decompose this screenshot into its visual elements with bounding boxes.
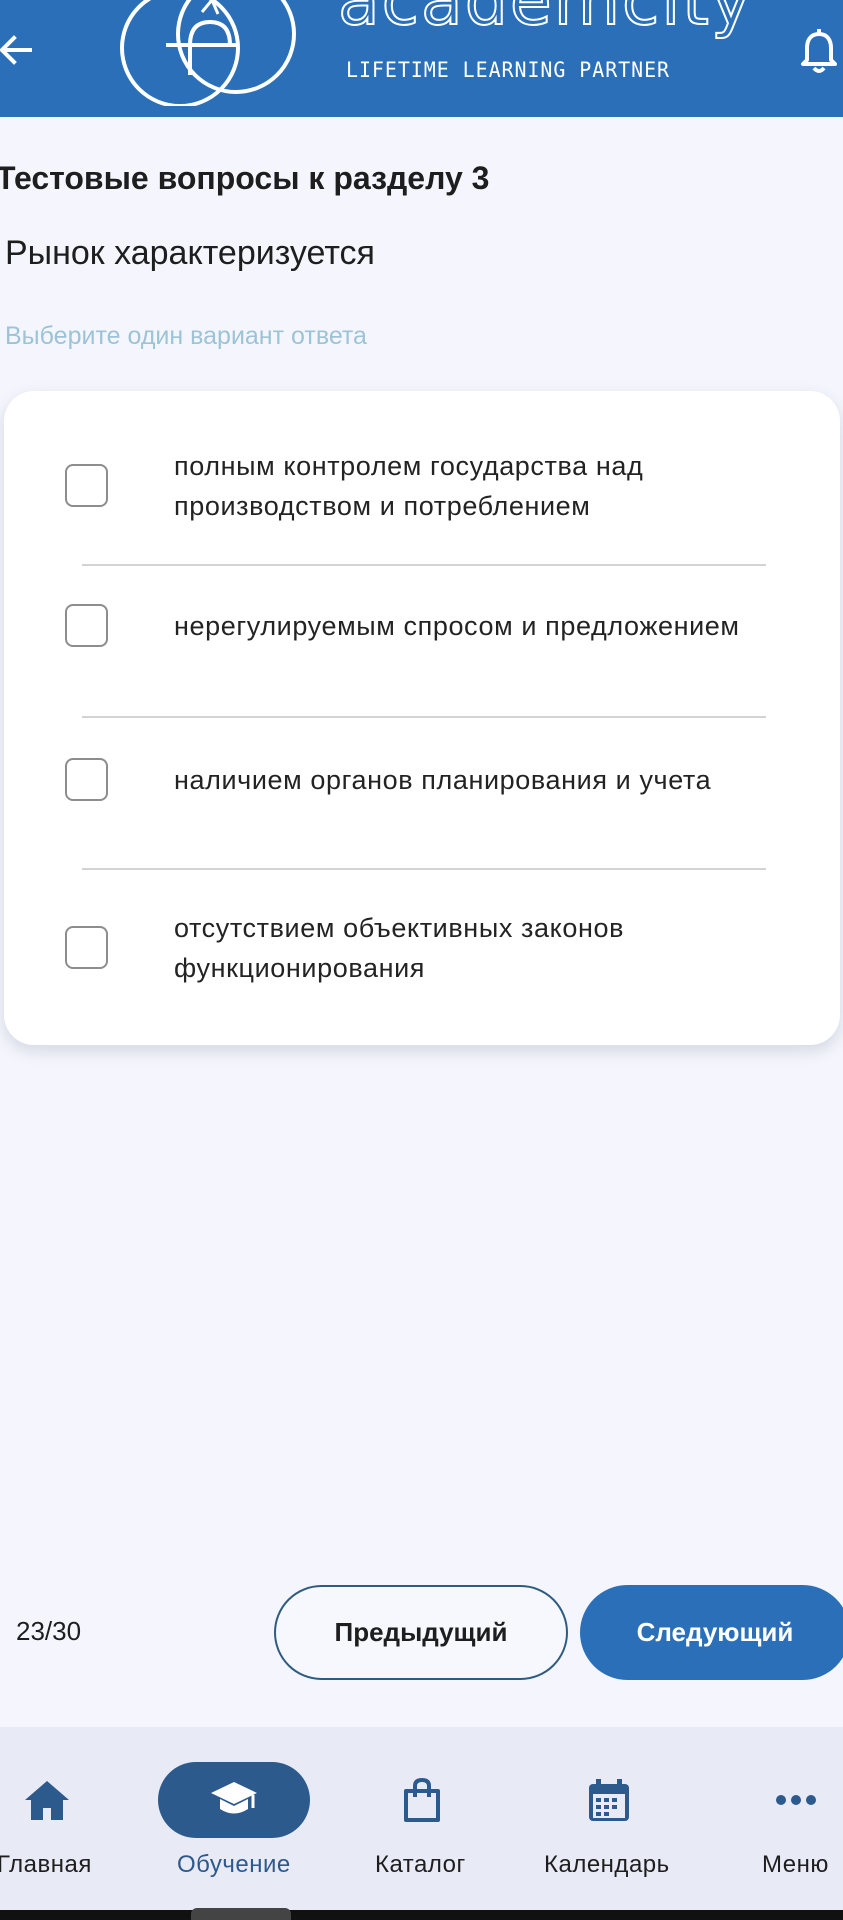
answer-option-label: отсутствием объективных законов функцион… <box>174 913 625 983</box>
option-divider <box>82 868 766 870</box>
nav-item-home[interactable]: Главная <box>0 1727 94 1910</box>
answer-option-label: полным контролем государства над произво… <box>174 451 644 521</box>
question-counter: 23/30 <box>16 1616 82 1646</box>
answer-option-4[interactable]: отсутствием объективных законов функцион… <box>4 902 840 992</box>
nav-label: Меню <box>762 1851 829 1878</box>
academcity-logo-icon <box>120 0 296 106</box>
system-gesture-handle[interactable] <box>191 1908 291 1920</box>
answer-instruction: Выберите один вариант ответа <box>5 322 367 350</box>
arrow-left-icon <box>0 35 32 65</box>
answer-checkbox[interactable] <box>65 758 108 801</box>
app-header: academcity LIFETIME LEARNING PARTNER <box>0 0 843 117</box>
option-divider <box>82 716 766 718</box>
answer-option-2[interactable]: нерегулируемым спросом и предложением <box>4 591 840 661</box>
option-divider <box>82 564 766 566</box>
brand-tagline: LIFETIME LEARNING PARTNER <box>346 58 671 82</box>
answer-checkbox[interactable] <box>65 926 108 969</box>
system-gesture-bar <box>0 1910 843 1920</box>
answer-checkbox[interactable] <box>65 604 108 647</box>
nav-item-calendar[interactable]: Календарь <box>540 1727 680 1910</box>
nav-item-catalog[interactable]: Каталог <box>360 1727 484 1910</box>
nav-label: Календарь <box>544 1851 670 1878</box>
shopping-bag-icon <box>397 1775 447 1825</box>
nav-label: Главная <box>0 1851 92 1878</box>
answers-card: полным контролем государства над произво… <box>4 391 840 1045</box>
section-title: Тестовые вопросы к разделу 3 <box>0 160 490 196</box>
graduation-cap-icon <box>209 1775 259 1825</box>
bell-icon <box>801 29 837 73</box>
answer-option-label: наличием органов планирования и учета <box>174 765 712 795</box>
previous-button[interactable]: Предыдущий <box>274 1585 568 1680</box>
answer-checkbox[interactable] <box>65 464 108 507</box>
answer-option-1[interactable]: полным контролем государства над произво… <box>4 441 840 531</box>
nav-label: Обучение <box>177 1851 291 1878</box>
answer-option-label: нерегулируемым спросом и предложением <box>174 611 740 641</box>
notifications-button[interactable] <box>796 24 842 80</box>
nav-item-learning[interactable]: Обучение <box>158 1727 310 1910</box>
home-icon <box>22 1775 72 1825</box>
next-button[interactable]: Следующий <box>580 1585 843 1680</box>
back-button[interactable] <box>0 22 38 78</box>
brand-name: academcity <box>337 0 754 41</box>
question-text: Рынок характеризуется <box>5 234 375 272</box>
nav-label: Каталог <box>375 1851 466 1878</box>
nav-item-menu[interactable]: Меню <box>754 1727 843 1910</box>
calendar-icon <box>584 1775 634 1825</box>
more-horizontal-icon <box>771 1775 821 1825</box>
answer-option-3[interactable]: наличием органов планирования и учета <box>4 746 840 816</box>
bottom-navigation: Главная Обучение Каталог Календарь Меню <box>0 1727 843 1910</box>
